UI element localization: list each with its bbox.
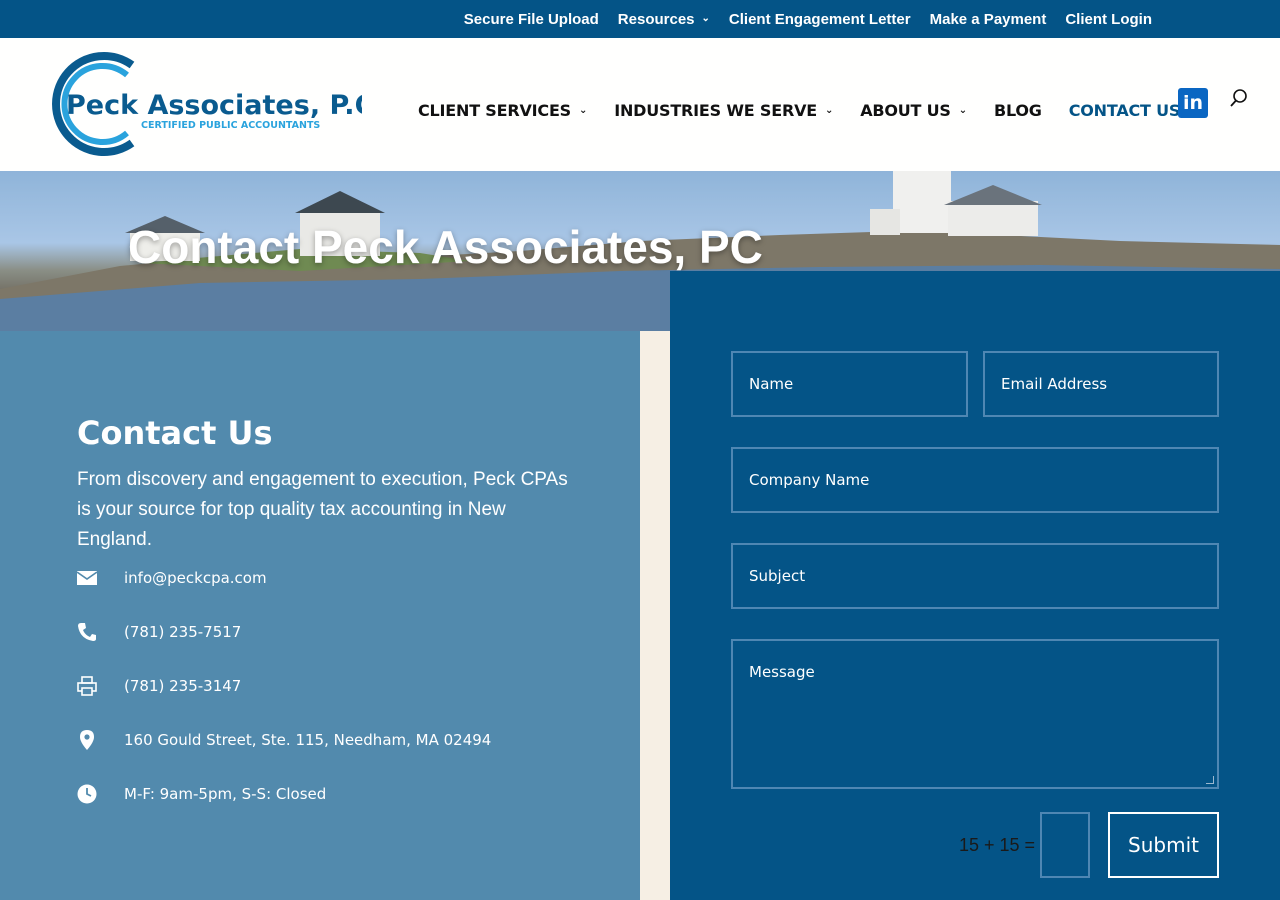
printer-icon bbox=[77, 676, 97, 696]
company-name-field[interactable]: Company Name bbox=[731, 447, 1219, 513]
nav-item-client-services[interactable]: CLIENT SERVICES ⌄ bbox=[418, 101, 587, 120]
contact-item-text: info@peckcpa.com bbox=[124, 569, 267, 587]
submit-button[interactable]: Submit bbox=[1108, 812, 1219, 878]
chevron-down-icon: ⌄ bbox=[825, 105, 834, 116]
map-pin-icon bbox=[77, 730, 97, 750]
top-utility-bar: Secure File Upload Resources ⌄ Client Eng… bbox=[0, 0, 1280, 38]
top-link-make-a-payment[interactable]: Make a Payment bbox=[930, 11, 1047, 28]
top-link-secure-file-upload[interactable]: Secure File Upload bbox=[464, 11, 599, 28]
contact-item-email[interactable]: info@peckcpa.com bbox=[77, 568, 267, 588]
contact-item-hours: M-F: 9am-5pm, S-S: Closed bbox=[77, 784, 326, 804]
captcha-question: 15 + 15 = bbox=[959, 835, 1036, 855]
nav-item-label: BLOG bbox=[993, 101, 1042, 120]
nav-item-label: CLIENT SERVICES bbox=[418, 101, 572, 120]
search-icon[interactable] bbox=[1229, 88, 1249, 108]
linkedin-icon[interactable]: in bbox=[1178, 88, 1208, 118]
contact-item-fax[interactable]: (781) 235-3147 bbox=[77, 676, 241, 696]
nav-item-label: CONTACT US bbox=[1068, 101, 1181, 120]
top-link-label: Client Login bbox=[1065, 10, 1152, 28]
top-link-resources[interactable]: Resources ⌄ bbox=[618, 11, 710, 28]
nav-item-contact-us[interactable]: CONTACT US bbox=[1069, 101, 1181, 120]
linkedin-icon-text: in bbox=[1182, 92, 1204, 114]
contact-item-address[interactable]: 160 Gould Street, Ste. 115, Needham, MA … bbox=[77, 730, 491, 750]
chevron-down-icon: ⌄ bbox=[579, 105, 588, 116]
clock-icon bbox=[77, 784, 97, 804]
top-link-label: Resources bbox=[617, 10, 695, 28]
subject-placeholder: Subject bbox=[749, 567, 806, 585]
nav-item-industries-we-serve[interactable]: INDUSTRIES WE SERVE ⌄ bbox=[614, 101, 833, 120]
phone-icon bbox=[77, 622, 97, 642]
resize-handle-icon[interactable] bbox=[1206, 776, 1214, 784]
nav-item-blog[interactable]: BLOG bbox=[994, 101, 1042, 120]
site-header: Peck Associates, P.C. CERTIFIED PUBLIC A… bbox=[0, 38, 1280, 171]
name-field[interactable]: Name bbox=[731, 351, 968, 417]
top-link-label: Client Engagement Letter bbox=[728, 10, 911, 28]
chevron-down-icon: ⌄ bbox=[958, 105, 967, 116]
logo-tagline: CERTIFIED PUBLIC ACCOUNTANTS bbox=[141, 120, 320, 131]
subject-field[interactable]: Subject bbox=[731, 543, 1219, 609]
main-nav: CLIENT SERVICES ⌄ INDUSTRIES WE SERVE ⌄ AB… bbox=[418, 101, 1180, 120]
contact-item-text: 160 Gould Street, Ste. 115, Needham, MA … bbox=[124, 731, 492, 749]
top-link-client-login[interactable]: Client Login bbox=[1065, 11, 1152, 28]
name-field-placeholder: Name bbox=[749, 375, 794, 393]
top-links: Secure File Upload Resources ⌄ Client Eng… bbox=[464, 0, 1152, 38]
top-link-client-engagement-letter[interactable]: Client Engagement Letter bbox=[729, 11, 911, 28]
page-title: Contact Peck Associates, PC bbox=[128, 221, 763, 273]
nav-item-about-us[interactable]: ABOUT US ⌄ bbox=[860, 101, 967, 120]
contact-item-text: (781) 235-3147 bbox=[124, 677, 242, 695]
contact-item-text: (781) 235-7517 bbox=[124, 623, 242, 641]
message-placeholder: Message bbox=[749, 663, 815, 681]
contact-heading: Contact Us bbox=[77, 414, 273, 452]
company-name-placeholder: Company Name bbox=[749, 471, 870, 489]
logo-name: Peck Associates, P.C. bbox=[66, 90, 362, 121]
top-link-label: Secure File Upload bbox=[463, 10, 599, 28]
contact-description: From discovery and engagement to executi… bbox=[77, 469, 568, 550]
chevron-down-icon: ⌄ bbox=[701, 12, 710, 24]
message-field[interactable]: Message bbox=[731, 639, 1219, 789]
envelope-icon bbox=[77, 568, 97, 588]
contact-item-phone[interactable]: (781) 235-7517 bbox=[77, 622, 241, 642]
submit-button-label: Submit bbox=[1128, 833, 1199, 857]
email-field[interactable]: Email Address bbox=[983, 351, 1219, 417]
nav-item-label: ABOUT US bbox=[860, 101, 951, 120]
captcha-input[interactable] bbox=[1040, 812, 1090, 878]
email-field-placeholder: Email Address bbox=[1001, 375, 1108, 393]
contact-item-text: M-F: 9am-5pm, S-S: Closed bbox=[124, 785, 327, 803]
top-link-label: Make a Payment bbox=[929, 10, 1047, 28]
nav-item-label: INDUSTRIES WE SERVE bbox=[614, 101, 817, 120]
company-logo[interactable]: Peck Associates, P.C. CERTIFIED PUBLIC A… bbox=[32, 51, 362, 157]
